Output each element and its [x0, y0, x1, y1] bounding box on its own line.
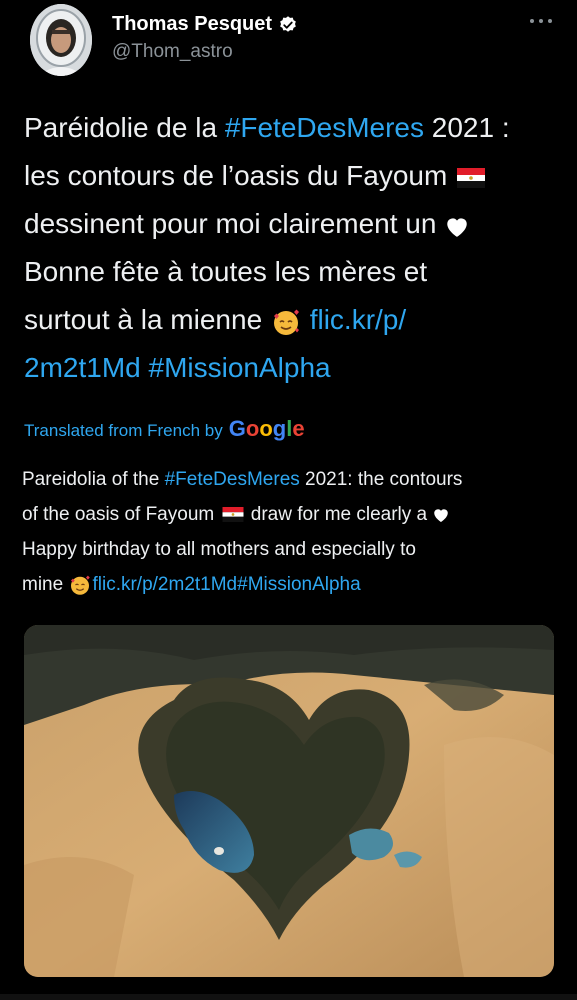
- tweet-text-span: 2021 :: [424, 112, 510, 143]
- tweet-line-5: surtout à la mienne flic.kr/p/: [24, 296, 564, 344]
- fayoum-oasis-satellite-image: [24, 625, 554, 977]
- white-heart-icon: [447, 218, 467, 237]
- tweet-line-3: dessinent pour moi clairement un: [24, 200, 564, 248]
- bottom-divider: [0, 994, 577, 1000]
- translated-label: Translated from French by: [24, 421, 223, 440]
- translation-line-4: mine flic.kr/p/2m2t1Md#MissionAlpha: [22, 567, 562, 602]
- translated-text: Pareidolia of the #FeteDesMeres 2021: th…: [22, 462, 562, 602]
- translation-text-span: of the oasis of Fayoum: [22, 504, 215, 525]
- flickr-link[interactable]: flic.kr/p/2m2t1Md#MissionAlpha: [92, 574, 360, 595]
- flickr-link[interactable]: flic.kr/p/: [310, 304, 406, 335]
- more-options-icon[interactable]: [530, 14, 552, 28]
- translation-text-span: Pareidolia of the: [22, 469, 165, 490]
- author-name[interactable]: Thomas Pesquet: [112, 13, 272, 36]
- translation-text-span: draw for me clearly a: [250, 504, 428, 525]
- tweet-text-span: les contours de l’oasis du Fayoum: [24, 160, 448, 191]
- tweet-photo[interactable]: [24, 625, 554, 977]
- hashtag-link[interactable]: #FeteDesMeres: [225, 112, 424, 143]
- translation-line-2: of the oasis of Fayoum draw for me clear…: [22, 497, 562, 532]
- google-logo: Google: [228, 416, 305, 441]
- smiling-face-with-hearts-icon: [273, 309, 299, 335]
- tweet-line-4: Bonne fête à toutes les mères et: [24, 256, 428, 287]
- egypt-flag-icon: [222, 507, 243, 523]
- author-handle[interactable]: @Thom_astro: [112, 41, 233, 63]
- smiling-face-with-hearts-icon: [71, 575, 91, 595]
- avatar[interactable]: [30, 4, 92, 76]
- hashtag-link[interactable]: #MissionAlpha: [149, 352, 331, 383]
- translation-line-1: Pareidolia of the #FeteDesMeres 2021: th…: [22, 462, 562, 497]
- translation-line-3: Happy birthday to all mothers and especi…: [22, 539, 416, 560]
- tweet-text-span: surtout à la mienne: [24, 304, 263, 335]
- tweet-text: Paréidolie de la #FeteDesMeres 2021 : le…: [24, 104, 564, 392]
- translation-text-span: mine: [22, 574, 64, 595]
- flickr-link-continued[interactable]: 2m2t1Md: [24, 352, 141, 383]
- astronaut-avatar-image: [30, 4, 92, 76]
- translated-by-notice[interactable]: Translated from French by Google: [24, 416, 305, 442]
- tweet-line-2: les contours de l’oasis du Fayoum: [24, 152, 564, 200]
- tweet-text-span: Paréidolie de la: [24, 112, 225, 143]
- tweet-header: Thomas Pesquet @Thom_astro: [0, 0, 577, 90]
- tweet-text-span: dessinent pour moi clairement un: [24, 208, 437, 239]
- tweet-line-6: 2m2t1Md #MissionAlpha: [24, 344, 564, 392]
- tweet-line-1: Paréidolie de la #FeteDesMeres 2021 :: [24, 104, 564, 152]
- verified-badge-icon: [280, 15, 296, 32]
- translation-text-span: 2021: the contours: [299, 469, 463, 490]
- hashtag-link[interactable]: #FeteDesMeres: [165, 469, 300, 490]
- white-heart-icon: [434, 509, 449, 523]
- egypt-flag-icon: [457, 167, 486, 188]
